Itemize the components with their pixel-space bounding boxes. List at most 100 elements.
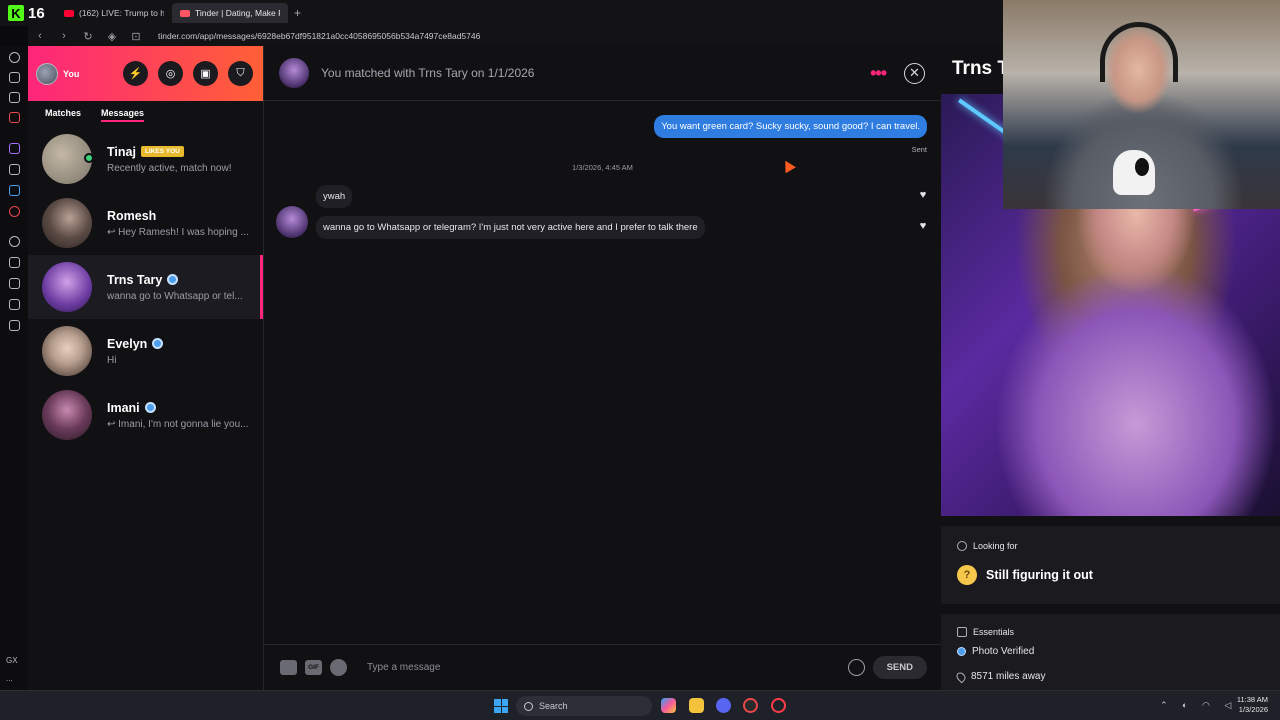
gx-corner-icon[interactable] xyxy=(9,112,20,123)
reload-icon[interactable]: ↻ xyxy=(82,30,94,43)
webcam-overlay xyxy=(1003,0,1280,209)
browser-tab-youtube[interactable]: (162) LIVE: Trump to hold xyxy=(56,3,172,23)
gx-label[interactable]: GX xyxy=(6,656,18,665)
address-bar: ‹ › ↻ ◈ ⊡ tinder.com/app/messages/6928eb… xyxy=(28,26,1003,46)
clock-time: 11:38 AM xyxy=(1236,695,1268,704)
verified-badge-icon xyxy=(957,647,966,656)
discord-icon[interactable] xyxy=(716,698,731,713)
taskbar-search-label: Search xyxy=(539,701,568,711)
conversation-name: Imani xyxy=(107,400,140,415)
settings-icon[interactable] xyxy=(9,299,20,310)
back-icon[interactable]: ‹ xyxy=(34,30,46,42)
my-profile-label[interactable]: You xyxy=(63,69,113,79)
emoji-icon[interactable] xyxy=(847,659,865,676)
windows-taskbar: Search ⌃ ◐ ◠ ◁ 11:38 AM 1/3/2026 xyxy=(0,690,1280,720)
forward-icon[interactable]: › xyxy=(58,30,70,42)
conversation-item-evelyn[interactable]: Evelyn Hi xyxy=(28,319,263,383)
browser-sidebar: GX ... xyxy=(0,46,28,690)
youtube-icon xyxy=(64,9,74,17)
avatar[interactable] xyxy=(36,62,58,85)
verified-badge-icon xyxy=(167,274,179,285)
browser-tab-tinder[interactable]: Tinder | Dating, Make Frie xyxy=(172,3,288,23)
conversation-preview: Hi xyxy=(107,354,117,366)
extensions-icon[interactable] xyxy=(9,320,20,331)
avatar xyxy=(42,198,92,248)
location-pin-icon xyxy=(954,670,968,683)
clock[interactable]: 11:38 AM 1/3/2026 xyxy=(1237,695,1268,715)
kick-badge: K 16 xyxy=(8,5,56,22)
opera-gx-icon[interactable] xyxy=(771,698,786,713)
chat-header: You matched with Trns Tary on 1/1/2026 •… xyxy=(264,46,941,101)
lock-icon[interactable]: ⊡ xyxy=(130,30,142,43)
conversation-item-romesh[interactable]: Romesh ↩ Hey Ramesh! I was hoping ... xyxy=(28,191,263,255)
bluesky-icon[interactable] xyxy=(9,185,20,196)
thinking-face-icon: ? xyxy=(957,565,977,585)
list-tabs: Matches Messages xyxy=(28,101,263,127)
online-indicator xyxy=(84,153,94,163)
avatar xyxy=(42,262,92,312)
taskbar-search[interactable]: Search xyxy=(516,696,652,716)
avatar xyxy=(42,390,92,440)
message-input[interactable]: Type a message xyxy=(367,662,848,673)
tab-matches[interactable]: Matches xyxy=(45,108,81,121)
shield-icon[interactable]: ◈ xyxy=(106,30,118,43)
start-button-icon[interactable] xyxy=(494,699,508,713)
search-icon xyxy=(524,701,533,711)
url-field[interactable]: tinder.com/app/messages/6928eb67df951821… xyxy=(158,31,480,41)
badge-count: 16 xyxy=(28,4,45,22)
profile-bar: You ⚡ ◎ ▣ ⛉ xyxy=(28,46,263,101)
obs-icon[interactable] xyxy=(743,698,758,713)
heart-icon[interactable]: ♥ xyxy=(917,189,929,201)
player-icon[interactable] xyxy=(9,236,20,247)
vpn-icon[interactable] xyxy=(9,278,20,289)
conversation-item-imani[interactable]: Imani ↩ Imani, I'm not gonna lie you... xyxy=(28,383,263,447)
conversation-preview: wanna go to Whatsapp or tel... xyxy=(107,290,243,302)
avatar[interactable] xyxy=(279,58,309,88)
conversation-name: Trns Tary xyxy=(107,272,163,287)
send-button[interactable]: SEND xyxy=(872,656,927,679)
sticker-icon[interactable] xyxy=(280,660,297,675)
snoopy-shirt-graphic xyxy=(1113,150,1155,195)
kick-logo-icon: K xyxy=(8,5,24,21)
copilot-icon[interactable] xyxy=(661,698,676,713)
search-icon xyxy=(957,541,967,551)
profile-name: Trns T xyxy=(952,58,1010,79)
speed-dial-icon[interactable] xyxy=(9,52,20,63)
conversation-name: Evelyn xyxy=(107,336,148,351)
youtube-sidebar-icon[interactable] xyxy=(9,206,20,217)
looking-for-value: Still figuring it out xyxy=(986,568,1093,582)
news-icon[interactable] xyxy=(9,92,20,103)
tab-title: Tinder | Dating, Make Frie xyxy=(195,8,280,18)
conversation-item-tinaj[interactable]: Tinaj LIKES YOU Recently active, match no… xyxy=(28,127,263,191)
gif-button[interactable]: GIF xyxy=(305,660,322,675)
match-title: You matched with Trns Tary on 1/1/2026 xyxy=(321,66,535,80)
safety-shield-icon[interactable]: ⛉ xyxy=(228,61,253,86)
compose-bar: GIF Type a message SEND xyxy=(264,644,941,690)
received-message: ywah xyxy=(316,185,353,208)
store-icon[interactable] xyxy=(9,72,20,83)
more-icon[interactable]: ... xyxy=(6,674,13,683)
work-icon[interactable]: ▣ xyxy=(193,61,218,86)
spotify-icon[interactable] xyxy=(330,659,347,676)
essentials-section: Essentials Photo Verified 8571 miles awa… xyxy=(941,614,1280,690)
looking-for-label: Looking for xyxy=(973,541,1018,551)
heart-icon[interactable]: ♥ xyxy=(917,220,929,232)
send-icon[interactable] xyxy=(9,257,20,268)
conversation-item-trns-tary[interactable]: Trns Tary wanna go to Whatsapp or tel... xyxy=(28,255,263,319)
new-tab-button[interactable]: + xyxy=(294,6,301,20)
boost-icon[interactable]: ⚡ xyxy=(123,61,148,86)
conversation-preview: ↩ Imani, I'm not gonna lie you... xyxy=(107,418,249,430)
close-icon[interactable]: ✕ xyxy=(904,62,925,84)
file-explorer-icon[interactable] xyxy=(689,698,704,713)
avatar xyxy=(42,134,94,184)
system-tray-icons[interactable]: ⌃ ◐ ◠ ◁ xyxy=(1160,700,1237,711)
twitch-icon[interactable] xyxy=(9,143,20,154)
more-options-icon[interactable]: ••• xyxy=(870,63,887,84)
x-icon[interactable] xyxy=(9,164,20,175)
tinder-left-panel: You ⚡ ◎ ▣ ⛉ Matches Messages Tinaj LIKES … xyxy=(28,46,263,690)
tab-title: (162) LIVE: Trump to hold xyxy=(79,8,164,18)
explore-icon[interactable]: ◎ xyxy=(158,61,183,86)
clock-date: 1/3/2026 xyxy=(1238,705,1268,714)
tab-messages[interactable]: Messages xyxy=(101,108,145,122)
verified-badge-icon xyxy=(144,402,156,413)
